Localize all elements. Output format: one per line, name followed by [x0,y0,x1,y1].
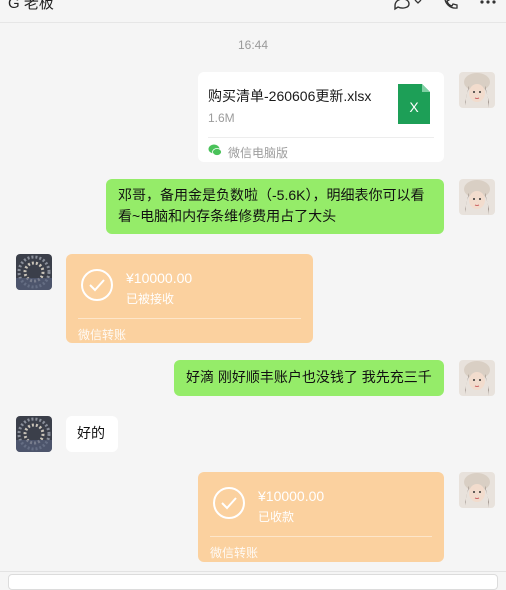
transfer-collected-card[interactable]: ¥10000.00 已收款 微信转账 [198,472,444,562]
avatar-contact[interactable] [16,254,52,290]
avatar-self[interactable] [459,179,495,215]
more-icon[interactable] [478,0,498,12]
avatar-self[interactable] [459,360,495,396]
message-timestamp: 16:44 [237,38,269,52]
transfer-label: 微信转账 [78,328,127,342]
file-name: 购买清单-260606更新.xlsx [208,88,372,104]
chat-message-line: 看~电脑和内存条维修费用占了大头 [118,208,337,224]
chat-message-line: 邓哥，备用金是负数啦（-5.6K），明细表你可以看 [118,187,425,203]
phone-icon[interactable] [440,0,460,12]
chat-message-text: 好滴 刚好顺丰账户也没钱了 我先充三千 [186,369,432,385]
chat-message-bubble[interactable]: 好的 [66,416,118,452]
transfer-divider [210,536,432,537]
excel-file-letter: X [409,99,419,115]
transfer-divider [78,318,301,319]
file-message-card[interactable]: 购买清单-260606更新.xlsx 1.6M X 微信电脑版 [198,72,444,162]
voice-call-icon[interactable] [392,0,412,12]
chat-title: G 老板 [8,0,54,12]
avatar-self[interactable] [459,472,495,508]
transfer-received-card[interactable]: ¥10000.00 已被接收 微信转账 [66,254,313,343]
check-circle-icon [212,486,246,525]
transfer-status: 已被接收 [126,292,175,306]
transfer-label: 微信转账 [210,546,259,560]
avatar-contact[interactable] [16,416,52,452]
transfer-amount: ¥10000.00 [126,270,193,286]
excel-file-icon: X [398,84,430,129]
message-input[interactable] [8,574,498,590]
message-input-area[interactable] [0,571,506,590]
transfer-status: 已收款 [258,510,295,524]
chat-message-text: 好的 [77,425,105,441]
file-source-label: 微信电脑版 [228,146,289,160]
chat-message-bubble[interactable]: 邓哥，备用金是负数啦（-5.6K），明细表你可以看 看~电脑和内存条维修费用占了… [106,179,444,234]
file-size: 1.6M [208,111,235,125]
check-circle-icon [80,268,114,307]
avatar-self[interactable] [459,72,495,108]
chevron-down-icon[interactable] [413,0,423,12]
file-divider [208,137,434,138]
transfer-amount: ¥10000.00 [258,488,325,504]
wechat-icon [208,143,222,162]
chat-message-bubble[interactable]: 好滴 刚好顺丰账户也没钱了 我先充三千 [174,360,444,396]
chat-header: G 老板 [0,0,506,23]
